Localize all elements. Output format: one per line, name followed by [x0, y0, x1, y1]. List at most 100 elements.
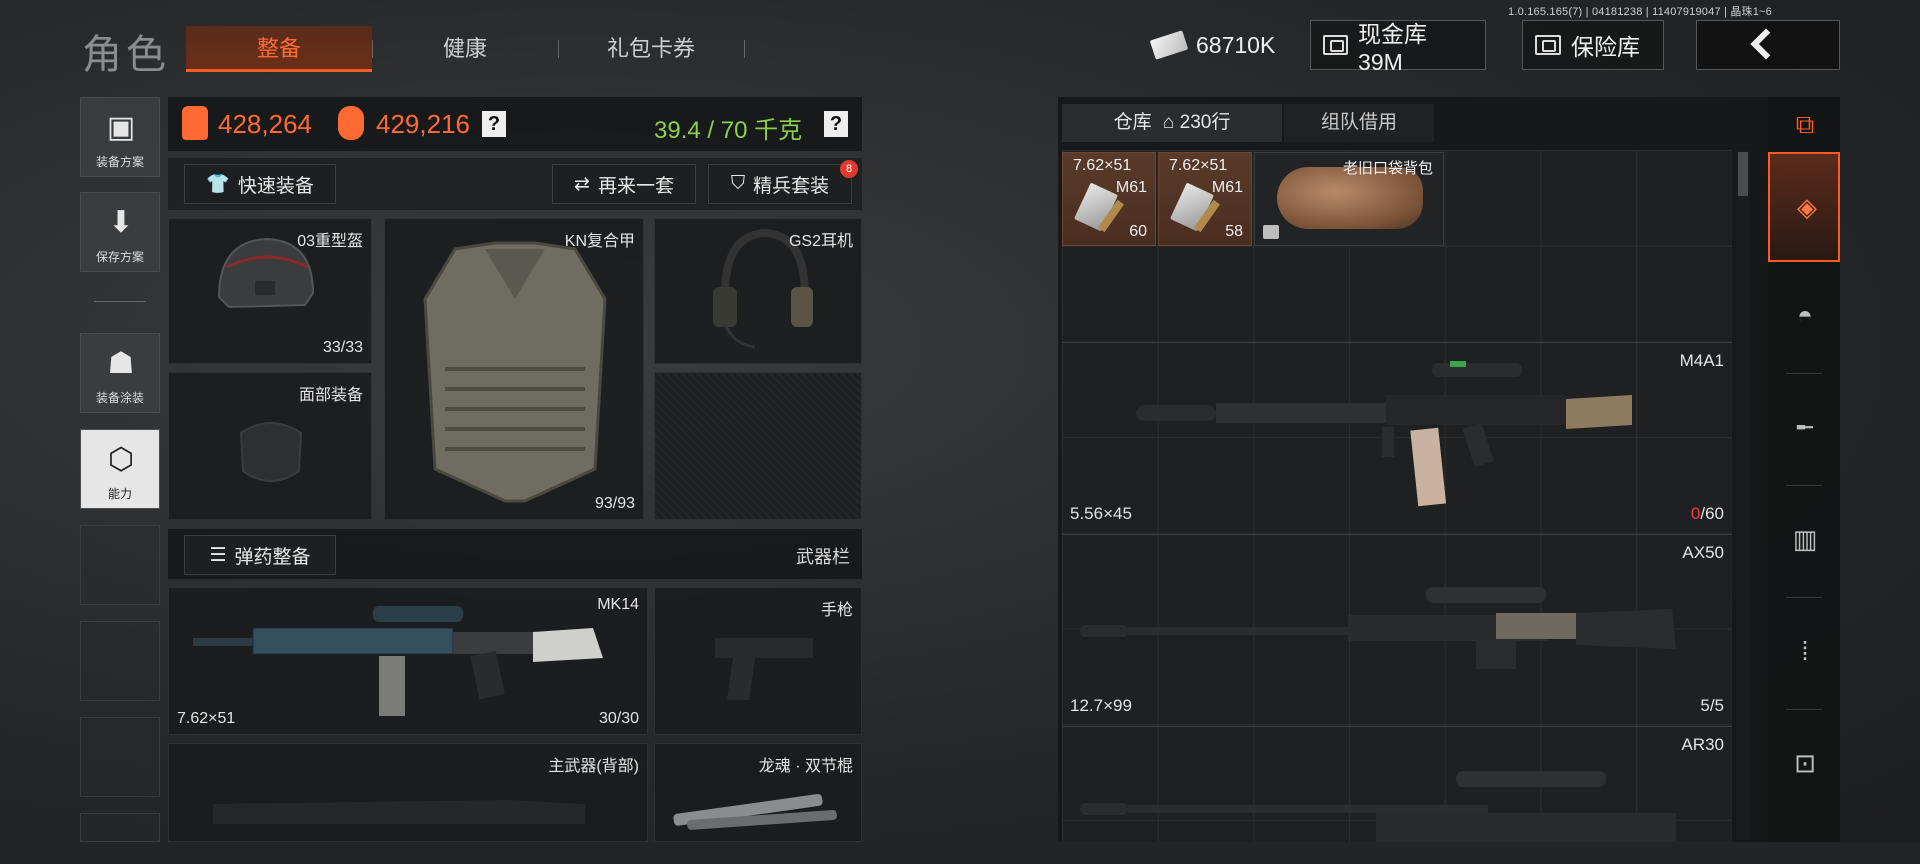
sidebar-item-label: 装备涂装 [95, 391, 144, 405]
gun-name: AR30 [1681, 735, 1724, 754]
tab-health[interactable]: 健康 [372, 26, 558, 72]
tab-gift-cards[interactable]: 礼包卡券 [558, 26, 744, 72]
gun-item-m4a1[interactable]: M4A1 5.56×45 0/60 [1062, 342, 1732, 532]
money-display[interactable]: 68710K [1140, 20, 1287, 70]
gun-capacity: 5/5 [1700, 696, 1724, 715]
gun-item-ar30[interactable]: AR30 [1062, 726, 1732, 843]
again-label: 再来一套 [597, 175, 674, 197]
sidebar-empty-slot [80, 525, 160, 605]
ammo-item[interactable]: 7.62×51 M61 60 [1062, 152, 1156, 246]
category-weapon[interactable]: ╾ [1768, 374, 1840, 484]
layers-icon: ◈ [1797, 192, 1817, 222]
money-amount: 68710K [1196, 31, 1276, 58]
helmet-durability: 33/33 [322, 339, 363, 356]
cash-vault-label: 现金库 39M [1358, 20, 1428, 75]
sight-icon: ⊡ [1794, 748, 1816, 778]
loadout-stats-bar: 428,264 429,216 ? 39.4 / 70 千克 ? [168, 97, 862, 151]
total-value: 429,216 [376, 109, 470, 139]
weapon-section-bar: ☰ 弹药整备 武器栏 [168, 529, 862, 579]
ammo-item[interactable]: 7.62×51 M61 58 [1158, 152, 1252, 246]
category-all[interactable]: ⧉ [1768, 97, 1840, 153]
backpack-name: 老旧口袋背包 [1342, 160, 1433, 177]
sidebar-item-label: 装备方案 [95, 155, 144, 169]
nunchaku-image [673, 793, 837, 830]
cash-vault-button[interactable]: 现金库 39M [1310, 20, 1486, 75]
weight-help-button[interactable]: ? [824, 111, 848, 137]
ammo-prep-button[interactable]: ☰ 弹药整备 [184, 535, 336, 575]
m4a1-image [1136, 361, 1632, 507]
backpack-item[interactable]: 老旧口袋背包 [1254, 152, 1444, 246]
pistol-slot[interactable]: 手枪 [654, 587, 862, 735]
category-ammo[interactable]: ⁞ [1768, 598, 1840, 708]
melee-name: 龙魂 · 双节棍 [758, 758, 853, 775]
chevron-left-icon [1750, 28, 1782, 60]
safe-button[interactable]: 保险库 [1522, 20, 1664, 70]
tab-team-borrow[interactable]: 组队借用 [1284, 104, 1434, 142]
ammo-count: 58 [1225, 223, 1243, 240]
gun-capacity-current: 0 [1690, 504, 1701, 523]
quick-equip-label: 快速装备 [237, 175, 314, 197]
gun-item-ax50[interactable]: AX50 12.7×99 5/5 [1062, 534, 1732, 724]
category-helmet[interactable]: ◓ [1768, 262, 1840, 372]
armor-slot[interactable]: KN复合甲 93/93 [384, 218, 644, 520]
carried-value: 428,264 [218, 109, 312, 139]
sidebar-item-label: 能力 [107, 487, 132, 501]
page-title: 角色 [82, 33, 170, 77]
pistol-slot-name: 手枪 [820, 602, 853, 619]
melee-slot[interactable]: 龙魂 · 双节棍 [654, 743, 862, 842]
tab-equip[interactable]: 整备 [186, 26, 372, 72]
category-magazine[interactable]: ▥ [1768, 486, 1840, 596]
back-weapon-name: 主武器(背部) [548, 758, 639, 775]
gun-name: M4A1 [1679, 351, 1724, 370]
download-icon: ⬇ [108, 206, 134, 239]
headset-name: GS2耳机 [788, 233, 853, 250]
bottom-bar [0, 842, 1920, 864]
sidebar-empty-slot [80, 717, 160, 797]
gun-capacity-max: /60 [1700, 504, 1724, 523]
helmet-slot[interactable]: 03重型盔 33/33 [168, 218, 372, 364]
sidebar-divider [94, 301, 146, 302]
safe-label: 保险库 [1571, 34, 1640, 60]
loadout-action-row: 👕 快速装备 ⇄ 再来一套 ⛉ 精兵套装 8 [168, 158, 862, 210]
shirt-icon: 👕 [206, 174, 230, 195]
face-slot[interactable]: 面部装备 [168, 372, 372, 520]
category-attachment[interactable]: ⊡ [1768, 710, 1840, 820]
ammo-caliber: 7.62×51 [1073, 157, 1132, 174]
warehouse-scroll-thumb[interactable] [1738, 152, 1748, 196]
elite-set-button[interactable]: ⛉ 精兵套装 [708, 164, 852, 204]
storage-tab-label: 仓库 [1113, 112, 1152, 133]
category-all-items[interactable]: ◈ [1768, 152, 1840, 262]
face-mask-placeholder-icon [239, 422, 303, 482]
bullet-icon: ⁞ [1801, 636, 1809, 666]
value-help-button[interactable]: ? [482, 111, 506, 137]
vault-icon [1323, 35, 1349, 55]
helmet-icon: ◓ [1797, 300, 1813, 330]
armor-icon: ▣ [106, 111, 136, 144]
warehouse-scrollbar[interactable] [1736, 150, 1750, 840]
rifle-icon: ╾ [1797, 412, 1813, 442]
back-weapon-slot[interactable]: 主武器(背部) [168, 743, 648, 842]
gun-caliber: 12.7×99 [1070, 696, 1132, 715]
primary-weapon-ammo: 30/30 [598, 710, 639, 727]
sidebar-item-paint[interactable]: ☗ 装备涂装 [80, 333, 160, 413]
gun-caliber: 5.56×45 [1070, 504, 1132, 523]
weight-readout: 39.4 / 70 千克 [654, 117, 803, 144]
shield-icon: ⛉ [730, 173, 746, 194]
tab-storage[interactable]: 仓库 ⌂ 230行 [1062, 104, 1282, 142]
primary-weapon-slot[interactable]: MK14 7.62×51 30/30 [168, 587, 648, 735]
headset-slot[interactable]: GS2耳机 [654, 218, 862, 364]
primary-weapon-caliber: 7.62×51 [177, 710, 236, 727]
build-info: 1.0.165.165(7) | 04181238 | 11407919047 … [1508, 6, 1772, 18]
back-button[interactable] [1696, 20, 1840, 70]
quick-equip-button[interactable]: 👕 快速装备 [184, 164, 336, 204]
sidebar-item-ability[interactable]: ⬡ 能力 [80, 429, 160, 509]
carried-value-icon [182, 106, 208, 140]
armor-image [423, 241, 607, 503]
rifle-placeholder-icon [213, 800, 585, 824]
ammo-caliber: 7.62×51 [1169, 157, 1228, 174]
empty-gear-slot[interactable] [654, 372, 862, 520]
again-button[interactable]: ⇄ 再来一套 [552, 164, 696, 204]
cash-icon [1149, 30, 1189, 60]
sidebar-item-save-plan[interactable]: ⬇ 保存方案 [80, 192, 160, 272]
sidebar-item-loadout-plan[interactable]: ▣ 装备方案 [80, 97, 160, 177]
